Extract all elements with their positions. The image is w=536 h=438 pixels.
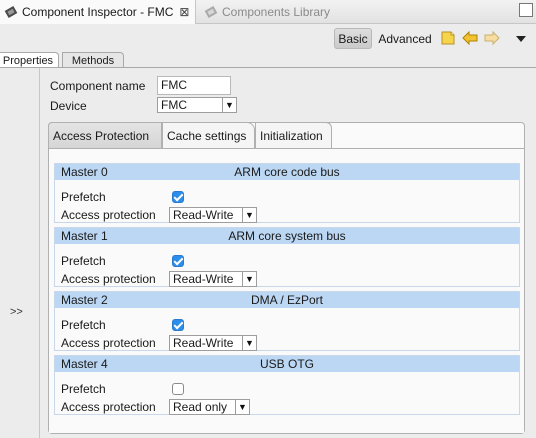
group-header: ARM core system bus Master 1 bbox=[55, 228, 519, 244]
collapsed-side-panel: >> bbox=[0, 67, 40, 438]
component-name-field[interactable]: FMC bbox=[157, 76, 231, 95]
group-header: ARM core code bus Master 0 bbox=[55, 164, 519, 180]
access-protection-value: Read only bbox=[173, 400, 228, 414]
view-tab-bar: Component Inspector - FMC ⊠ Components L… bbox=[0, 0, 536, 24]
access-protection-label: Access protection bbox=[61, 400, 156, 414]
master-1-group: ARM core system bus Master 1 Prefetch Ac… bbox=[54, 227, 520, 287]
dropdown-arrow-icon: ▼ bbox=[242, 336, 256, 350]
prefetch-label: Prefetch bbox=[61, 190, 106, 204]
group-description: ARM core code bus bbox=[234, 165, 340, 179]
access-protection-value: Read-Write bbox=[173, 272, 234, 286]
device-select[interactable]: FMC ▼ bbox=[157, 97, 237, 113]
dropdown-arrow-icon: ▼ bbox=[222, 98, 236, 112]
prefetch-checkbox[interactable] bbox=[172, 191, 184, 203]
component-inspector-icon bbox=[4, 6, 18, 18]
component-name-label: Component name bbox=[50, 79, 146, 93]
tab-title: Components Library bbox=[222, 5, 331, 19]
group-name: Master 2 bbox=[61, 293, 108, 307]
tab-cache-settings[interactable]: Cache settings bbox=[162, 122, 255, 149]
advanced-mode-button[interactable]: Advanced bbox=[375, 28, 435, 49]
access-protection-content: ARM core code bus Master 0 Prefetch Acce… bbox=[49, 148, 524, 433]
master-4-group: USB OTG Master 4 Prefetch Access protect… bbox=[54, 355, 520, 415]
access-protection-label: Access protection bbox=[61, 208, 156, 222]
maximize-view-icon[interactable] bbox=[519, 3, 533, 17]
access-protection-value: Read-Write bbox=[173, 336, 234, 350]
prefetch-label: Prefetch bbox=[61, 318, 106, 332]
dropdown-arrow-icon: ▼ bbox=[242, 272, 256, 286]
properties-panel: Component name FMC Device FMC ▼ Access P… bbox=[40, 67, 536, 438]
view-menu-chevron-icon[interactable] bbox=[513, 31, 529, 47]
close-tab-icon[interactable]: ⊠ bbox=[179, 5, 189, 19]
access-protection-label: Access protection bbox=[61, 272, 156, 286]
tab-properties[interactable]: Properties bbox=[0, 52, 59, 68]
group-description: DMA / EzPort bbox=[250, 293, 324, 307]
device-select-value: FMC bbox=[161, 98, 187, 112]
prefetch-checkbox[interactable] bbox=[172, 319, 184, 331]
dropdown-arrow-icon: ▼ bbox=[235, 400, 249, 414]
tab-access-protection[interactable]: Access Protection bbox=[48, 122, 162, 149]
basic-mode-button[interactable]: Basic bbox=[334, 28, 372, 49]
access-protection-label: Access protection bbox=[61, 336, 156, 350]
access-protection-select[interactable]: Read only ▼ bbox=[169, 399, 250, 415]
prefetch-checkbox[interactable] bbox=[172, 383, 184, 395]
tab-component-inspector[interactable]: Component Inspector - FMC ⊠ bbox=[0, 0, 196, 24]
tab-title: Component Inspector - FMC bbox=[22, 5, 174, 19]
group-name: Master 4 bbox=[61, 357, 108, 371]
master-0-group: ARM core code bus Master 0 Prefetch Acce… bbox=[54, 163, 520, 223]
inspector-toolbar: Basic Advanced bbox=[0, 24, 536, 52]
tab-initialization[interactable]: Initialization bbox=[255, 122, 332, 149]
device-label: Device bbox=[50, 99, 87, 113]
group-description: ARM core system bus bbox=[228, 229, 346, 243]
group-name: Master 1 bbox=[61, 229, 108, 243]
access-protection-select[interactable]: Read-Write ▼ bbox=[169, 271, 257, 287]
prefetch-label: Prefetch bbox=[61, 382, 106, 396]
tab-methods[interactable]: Methods bbox=[62, 52, 124, 68]
expand-panel-button[interactable]: >> bbox=[10, 306, 23, 318]
new-note-icon[interactable] bbox=[440, 30, 456, 46]
properties-methods-tabs: Properties Methods bbox=[0, 52, 536, 68]
components-library-icon bbox=[204, 6, 218, 18]
access-protection-select[interactable]: Read-Write ▼ bbox=[169, 335, 257, 351]
back-arrow-icon[interactable] bbox=[462, 30, 478, 46]
forward-arrow-icon[interactable] bbox=[484, 30, 500, 46]
group-header: DMA / EzPort Master 2 bbox=[55, 292, 519, 308]
access-protection-value: Read-Write bbox=[173, 208, 234, 222]
tab-components-library[interactable]: Components Library bbox=[200, 0, 330, 24]
group-name: Master 0 bbox=[61, 165, 108, 179]
group-description: USB OTG bbox=[259, 357, 314, 371]
prefetch-checkbox[interactable] bbox=[172, 255, 184, 267]
access-protection-select[interactable]: Read-Write ▼ bbox=[169, 207, 257, 223]
prefetch-label: Prefetch bbox=[61, 254, 106, 268]
master-2-group: DMA / EzPort Master 2 Prefetch Access pr… bbox=[54, 291, 520, 351]
dropdown-arrow-icon: ▼ bbox=[242, 208, 256, 222]
group-header: USB OTG Master 4 bbox=[55, 356, 519, 372]
